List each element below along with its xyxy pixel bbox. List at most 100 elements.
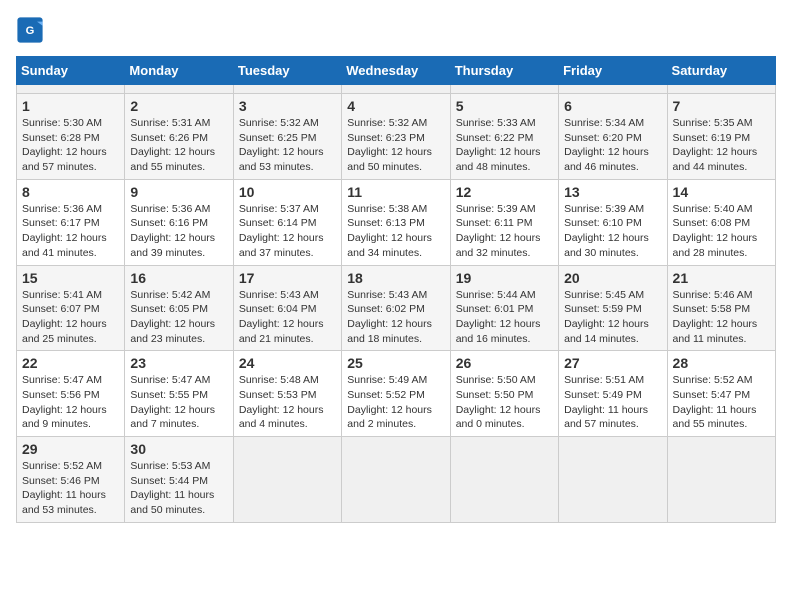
calendar-cell: 17 Sunrise: 5:43 AM Sunset: 6:04 PM Dayli… bbox=[233, 265, 341, 351]
calendar-cell: 6Sunrise: 5:34 AM Sunset: 6:20 PM Daylig… bbox=[559, 94, 667, 180]
day-number: 13 bbox=[564, 184, 661, 200]
calendar-cell bbox=[342, 437, 450, 523]
day-number: 30 bbox=[130, 441, 227, 457]
day-number: 20 bbox=[564, 270, 661, 286]
calendar-cell: 16 Sunrise: 5:42 AM Sunset: 6:05 PM Dayli… bbox=[125, 265, 233, 351]
day-number: 12 bbox=[456, 184, 553, 200]
calendar-cell: 22 Sunrise: 5:47 AM Sunset: 5:56 PM Dayli… bbox=[17, 351, 125, 437]
day-number: 3 bbox=[239, 98, 336, 114]
calendar-table: SundayMondayTuesdayWednesdayThursdayFrid… bbox=[16, 56, 776, 523]
calendar-week-row: 29 Sunrise: 5:52 AM Sunset: 5:46 PM Dayli… bbox=[17, 437, 776, 523]
calendar-cell: 25Sunrise: 5:49 AM Sunset: 5:52 PM Dayli… bbox=[342, 351, 450, 437]
day-number: 21 bbox=[673, 270, 770, 286]
day-number: 8 bbox=[22, 184, 119, 200]
day-info: Sunrise: 5:31 AM Sunset: 6:26 PM Dayligh… bbox=[130, 116, 227, 175]
day-number: 4 bbox=[347, 98, 444, 114]
calendar-cell: 20Sunrise: 5:45 AM Sunset: 5:59 PM Dayli… bbox=[559, 265, 667, 351]
day-info: Sunrise: 5:40 AM Sunset: 6:08 PM Dayligh… bbox=[673, 202, 770, 261]
calendar-cell: 7 Sunrise: 5:35 AM Sunset: 6:19 PM Daylig… bbox=[667, 94, 775, 180]
day-info: Sunrise: 5:30 AM Sunset: 6:28 PM Dayligh… bbox=[22, 116, 119, 175]
calendar-cell: 1 Sunrise: 5:30 AM Sunset: 6:28 PM Daylig… bbox=[17, 94, 125, 180]
day-header: Friday bbox=[559, 57, 667, 85]
day-number: 26 bbox=[456, 355, 553, 371]
calendar-cell: 19 Sunrise: 5:44 AM Sunset: 6:01 PM Dayli… bbox=[450, 265, 558, 351]
day-number: 23 bbox=[130, 355, 227, 371]
calendar-cell: 10 Sunrise: 5:37 AM Sunset: 6:14 PM Dayli… bbox=[233, 179, 341, 265]
calendar-cell: 8Sunrise: 5:36 AM Sunset: 6:17 PM Daylig… bbox=[17, 179, 125, 265]
calendar-cell: 4 Sunrise: 5:32 AM Sunset: 6:23 PM Daylig… bbox=[342, 94, 450, 180]
day-number: 27 bbox=[564, 355, 661, 371]
calendar-cell: 21Sunrise: 5:46 AM Sunset: 5:58 PM Dayli… bbox=[667, 265, 775, 351]
calendar-cell: 2 Sunrise: 5:31 AM Sunset: 6:26 PM Daylig… bbox=[125, 94, 233, 180]
calendar-week-row: 15Sunrise: 5:41 AM Sunset: 6:07 PM Dayli… bbox=[17, 265, 776, 351]
day-number: 16 bbox=[130, 270, 227, 286]
calendar-body: 1 Sunrise: 5:30 AM Sunset: 6:28 PM Daylig… bbox=[17, 85, 776, 523]
logo: G bbox=[16, 16, 48, 44]
day-header: Monday bbox=[125, 57, 233, 85]
calendar-cell bbox=[125, 85, 233, 94]
day-info: Sunrise: 5:43 AM Sunset: 6:04 PM Dayligh… bbox=[239, 288, 336, 347]
day-header: Wednesday bbox=[342, 57, 450, 85]
day-info: Sunrise: 5:38 AM Sunset: 6:13 PM Dayligh… bbox=[347, 202, 444, 261]
day-info: Sunrise: 5:32 AM Sunset: 6:23 PM Dayligh… bbox=[347, 116, 444, 175]
calendar-cell bbox=[667, 85, 775, 94]
day-number: 10 bbox=[239, 184, 336, 200]
day-info: Sunrise: 5:33 AM Sunset: 6:22 PM Dayligh… bbox=[456, 116, 553, 175]
calendar-cell: 28Sunrise: 5:52 AM Sunset: 5:47 PM Dayli… bbox=[667, 351, 775, 437]
day-info: Sunrise: 5:39 AM Sunset: 6:11 PM Dayligh… bbox=[456, 202, 553, 261]
day-info: Sunrise: 5:52 AM Sunset: 5:46 PM Dayligh… bbox=[22, 459, 119, 518]
day-info: Sunrise: 5:50 AM Sunset: 5:50 PM Dayligh… bbox=[456, 373, 553, 432]
day-info: Sunrise: 5:42 AM Sunset: 6:05 PM Dayligh… bbox=[130, 288, 227, 347]
day-number: 9 bbox=[130, 184, 227, 200]
calendar-cell: 9 Sunrise: 5:36 AM Sunset: 6:16 PM Daylig… bbox=[125, 179, 233, 265]
day-info: Sunrise: 5:37 AM Sunset: 6:14 PM Dayligh… bbox=[239, 202, 336, 261]
day-info: Sunrise: 5:43 AM Sunset: 6:02 PM Dayligh… bbox=[347, 288, 444, 347]
day-info: Sunrise: 5:32 AM Sunset: 6:25 PM Dayligh… bbox=[239, 116, 336, 175]
svg-text:G: G bbox=[26, 25, 35, 37]
day-number: 14 bbox=[673, 184, 770, 200]
calendar-week-row bbox=[17, 85, 776, 94]
day-number: 17 bbox=[239, 270, 336, 286]
calendar-cell bbox=[450, 85, 558, 94]
calendar-cell: 29 Sunrise: 5:52 AM Sunset: 5:46 PM Dayli… bbox=[17, 437, 125, 523]
logo-icon: G bbox=[16, 16, 44, 44]
day-number: 19 bbox=[456, 270, 553, 286]
calendar-cell: 18Sunrise: 5:43 AM Sunset: 6:02 PM Dayli… bbox=[342, 265, 450, 351]
day-info: Sunrise: 5:49 AM Sunset: 5:52 PM Dayligh… bbox=[347, 373, 444, 432]
calendar-cell: 5 Sunrise: 5:33 AM Sunset: 6:22 PM Daylig… bbox=[450, 94, 558, 180]
calendar-cell bbox=[233, 437, 341, 523]
day-info: Sunrise: 5:52 AM Sunset: 5:47 PM Dayligh… bbox=[673, 373, 770, 432]
calendar-cell bbox=[559, 85, 667, 94]
day-number: 29 bbox=[22, 441, 119, 457]
calendar-cell: 15Sunrise: 5:41 AM Sunset: 6:07 PM Dayli… bbox=[17, 265, 125, 351]
day-header: Sunday bbox=[17, 57, 125, 85]
day-info: Sunrise: 5:48 AM Sunset: 5:53 PM Dayligh… bbox=[239, 373, 336, 432]
calendar-cell bbox=[450, 437, 558, 523]
day-info: Sunrise: 5:35 AM Sunset: 6:19 PM Dayligh… bbox=[673, 116, 770, 175]
calendar-cell: 30Sunrise: 5:53 AM Sunset: 5:44 PM Dayli… bbox=[125, 437, 233, 523]
calendar-cell: 24 Sunrise: 5:48 AM Sunset: 5:53 PM Dayli… bbox=[233, 351, 341, 437]
day-header: Tuesday bbox=[233, 57, 341, 85]
calendar-cell bbox=[667, 437, 775, 523]
day-info: Sunrise: 5:39 AM Sunset: 6:10 PM Dayligh… bbox=[564, 202, 661, 261]
day-info: Sunrise: 5:51 AM Sunset: 5:49 PM Dayligh… bbox=[564, 373, 661, 432]
day-number: 24 bbox=[239, 355, 336, 371]
day-info: Sunrise: 5:41 AM Sunset: 6:07 PM Dayligh… bbox=[22, 288, 119, 347]
day-number: 11 bbox=[347, 184, 444, 200]
calendar-cell: 3 Sunrise: 5:32 AM Sunset: 6:25 PM Daylig… bbox=[233, 94, 341, 180]
day-number: 1 bbox=[22, 98, 119, 114]
day-header: Saturday bbox=[667, 57, 775, 85]
day-number: 5 bbox=[456, 98, 553, 114]
day-number: 22 bbox=[22, 355, 119, 371]
calendar-week-row: 1 Sunrise: 5:30 AM Sunset: 6:28 PM Daylig… bbox=[17, 94, 776, 180]
day-info: Sunrise: 5:47 AM Sunset: 5:56 PM Dayligh… bbox=[22, 373, 119, 432]
day-info: Sunrise: 5:36 AM Sunset: 6:16 PM Dayligh… bbox=[130, 202, 227, 261]
calendar-cell: 14 Sunrise: 5:40 AM Sunset: 6:08 PM Dayli… bbox=[667, 179, 775, 265]
calendar-cell: 12 Sunrise: 5:39 AM Sunset: 6:11 PM Dayli… bbox=[450, 179, 558, 265]
header: G bbox=[16, 16, 776, 44]
calendar-cell bbox=[559, 437, 667, 523]
day-number: 7 bbox=[673, 98, 770, 114]
day-info: Sunrise: 5:34 AM Sunset: 6:20 PM Dayligh… bbox=[564, 116, 661, 175]
day-info: Sunrise: 5:44 AM Sunset: 6:01 PM Dayligh… bbox=[456, 288, 553, 347]
day-number: 2 bbox=[130, 98, 227, 114]
